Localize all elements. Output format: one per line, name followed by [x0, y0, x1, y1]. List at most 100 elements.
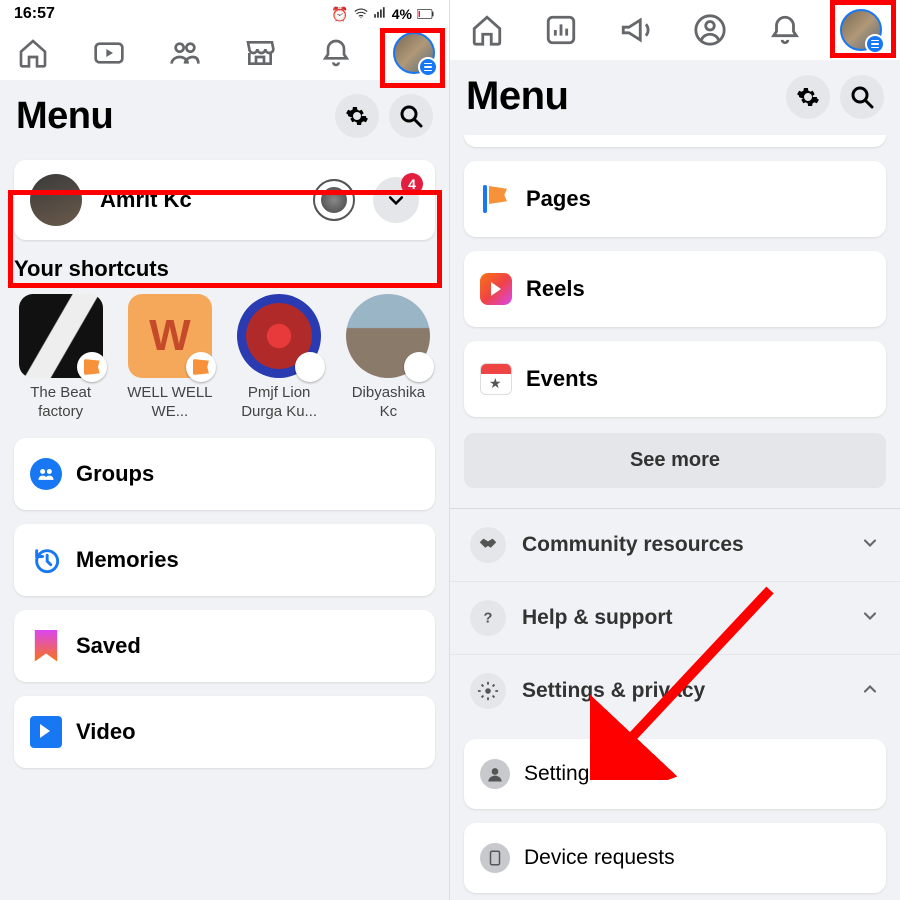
home-icon[interactable]: [14, 34, 52, 72]
menu-item-reels[interactable]: Reels: [464, 251, 886, 327]
menu-item-label: Events: [526, 366, 598, 392]
expand-help-support[interactable]: ? Help & support: [450, 582, 900, 655]
shortcut-label: The Beat factory: [14, 384, 107, 422]
expand-community-resources[interactable]: Community resources: [450, 509, 900, 582]
chevron-down-icon: [860, 533, 880, 558]
sub-item-label: Device requests: [524, 846, 675, 870]
menu-item-label: Video: [76, 719, 136, 745]
shortcut-item[interactable]: Dibyashika Kc: [342, 294, 435, 422]
pages-icon: [480, 183, 512, 215]
menu-item-pages[interactable]: Pages: [464, 161, 886, 237]
search-button[interactable]: [389, 94, 433, 138]
profile-icon[interactable]: [691, 11, 729, 49]
menu-items-list: Pages Reels Events: [450, 161, 900, 417]
menu-item-memories[interactable]: Memories: [14, 524, 435, 596]
menu-avatar-button[interactable]: [840, 9, 882, 51]
status-icons: ⏰ 4%: [331, 6, 435, 23]
menu-item-label: Saved: [76, 633, 141, 659]
chevron-up-icon: [860, 679, 880, 704]
expand-list: Community resources ? Help & support Set…: [450, 509, 900, 727]
profile-dropdown-button[interactable]: 4: [373, 177, 419, 223]
shortcut-label: Dibyashika Kc: [342, 384, 435, 422]
page-title: Menu: [466, 74, 568, 119]
shortcut-thumb: [19, 294, 103, 378]
shortcuts-heading: Your shortcuts: [14, 256, 435, 282]
menu-item-video[interactable]: Video: [14, 696, 435, 768]
menu-item-label: Memories: [76, 547, 179, 573]
device-requests-item[interactable]: Device requests: [464, 823, 886, 893]
friend-badge-icon: [404, 352, 434, 382]
settings-item[interactable]: Settings: [464, 739, 886, 809]
friend-badge-icon: [295, 352, 325, 382]
expand-label: Help & support: [522, 606, 844, 630]
menu-item-label: Pages: [526, 186, 591, 212]
battery-icon: [417, 6, 435, 22]
menu-item-groups[interactable]: Groups: [14, 438, 435, 510]
switch-profile-icon[interactable]: [313, 179, 355, 221]
help-icon: ?: [470, 600, 506, 636]
reels-icon: [480, 273, 512, 305]
shortcut-label: WELL WELL WE...: [123, 384, 216, 422]
shortcut-item[interactable]: Pmjf Lion Durga Ku...: [233, 294, 326, 422]
svg-text:?: ?: [484, 611, 493, 627]
expand-label: Community resources: [522, 533, 844, 557]
expand-label: Settings & privacy: [522, 679, 844, 703]
notifications-icon[interactable]: [766, 11, 804, 49]
alarm-icon: ⏰: [331, 6, 348, 23]
top-nav: [0, 26, 449, 80]
notifications-icon[interactable]: [317, 34, 355, 72]
prev-card-edge: [464, 135, 886, 147]
menu-item-label: Groups: [76, 461, 154, 487]
status-time: 16:57: [14, 5, 55, 23]
notification-badge: 4: [401, 173, 423, 195]
wifi-icon: [354, 6, 368, 23]
groups-icon: [30, 458, 62, 490]
menu-items-list: Groups Memories Saved Video: [0, 430, 449, 768]
events-icon: [480, 363, 512, 395]
page-flag-icon: [77, 352, 107, 382]
device-icon: [480, 843, 510, 873]
shortcut-thumb: [128, 294, 212, 378]
profile-name: Amrit Kc: [100, 187, 295, 213]
person-circle-icon: [480, 759, 510, 789]
see-more-label: See more: [630, 449, 720, 471]
expand-settings-privacy[interactable]: Settings & privacy: [450, 655, 900, 727]
shortcut-item[interactable]: The Beat factory: [14, 294, 107, 422]
sub-item-label: Settings: [524, 762, 600, 786]
settings-button[interactable]: [786, 75, 830, 119]
menu-badge-icon: [418, 57, 438, 77]
watch-icon[interactable]: [90, 34, 128, 72]
friends-icon[interactable]: [166, 34, 204, 72]
settings-button[interactable]: [335, 94, 379, 138]
see-more-button[interactable]: See more: [464, 433, 886, 488]
shortcut-thumb: [237, 294, 321, 378]
gear-icon: [470, 673, 506, 709]
top-nav: [450, 0, 900, 60]
battery-text: 4%: [392, 6, 412, 22]
saved-icon: [30, 630, 62, 662]
status-bar: 16:57 ⏰ 4%: [0, 0, 449, 26]
shortcut-item[interactable]: WELL WELL WE...: [123, 294, 216, 422]
marketplace-icon[interactable]: [241, 34, 279, 72]
page-title: Menu: [16, 95, 113, 138]
search-button[interactable]: [840, 75, 884, 119]
profile-row[interactable]: Amrit Kc 4: [14, 160, 435, 240]
megaphone-icon[interactable]: [617, 11, 655, 49]
chevron-down-icon: [860, 606, 880, 631]
menu-item-label: Reels: [526, 276, 585, 302]
menu-header: Menu: [450, 60, 900, 135]
shortcut-label: Pmjf Lion Durga Ku...: [233, 384, 326, 422]
menu-item-saved[interactable]: Saved: [14, 610, 435, 682]
menu-badge-icon: [865, 34, 885, 54]
pro-dashboard-icon[interactable]: [542, 11, 580, 49]
shortcut-thumb: [346, 294, 430, 378]
signal-icon: [373, 6, 387, 23]
memories-icon: [30, 544, 62, 576]
menu-item-events[interactable]: Events: [464, 341, 886, 417]
shortcuts-section: Your shortcuts The Beat factory WELL WEL…: [0, 240, 449, 430]
menu-avatar-button[interactable]: [393, 32, 435, 74]
video-icon: [30, 716, 62, 748]
profile-picture: [30, 174, 82, 226]
home-icon[interactable]: [468, 11, 506, 49]
handshake-icon: [470, 527, 506, 563]
